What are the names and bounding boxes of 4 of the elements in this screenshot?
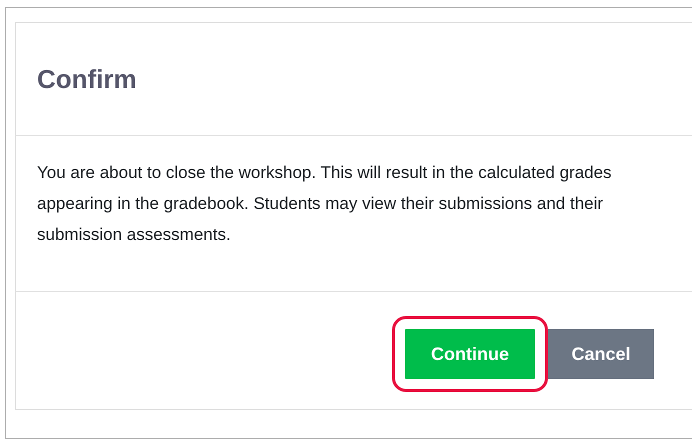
cancel-button[interactable]: Cancel xyxy=(548,329,654,379)
continue-button[interactable]: Continue xyxy=(405,329,535,379)
dialog-message: You are about to close the workshop. This will result in the calculated grades appearing in the gradebook. Students may view their submissions and their submission assessments. xyxy=(37,162,613,246)
dialog-title: Confirm xyxy=(37,64,137,94)
